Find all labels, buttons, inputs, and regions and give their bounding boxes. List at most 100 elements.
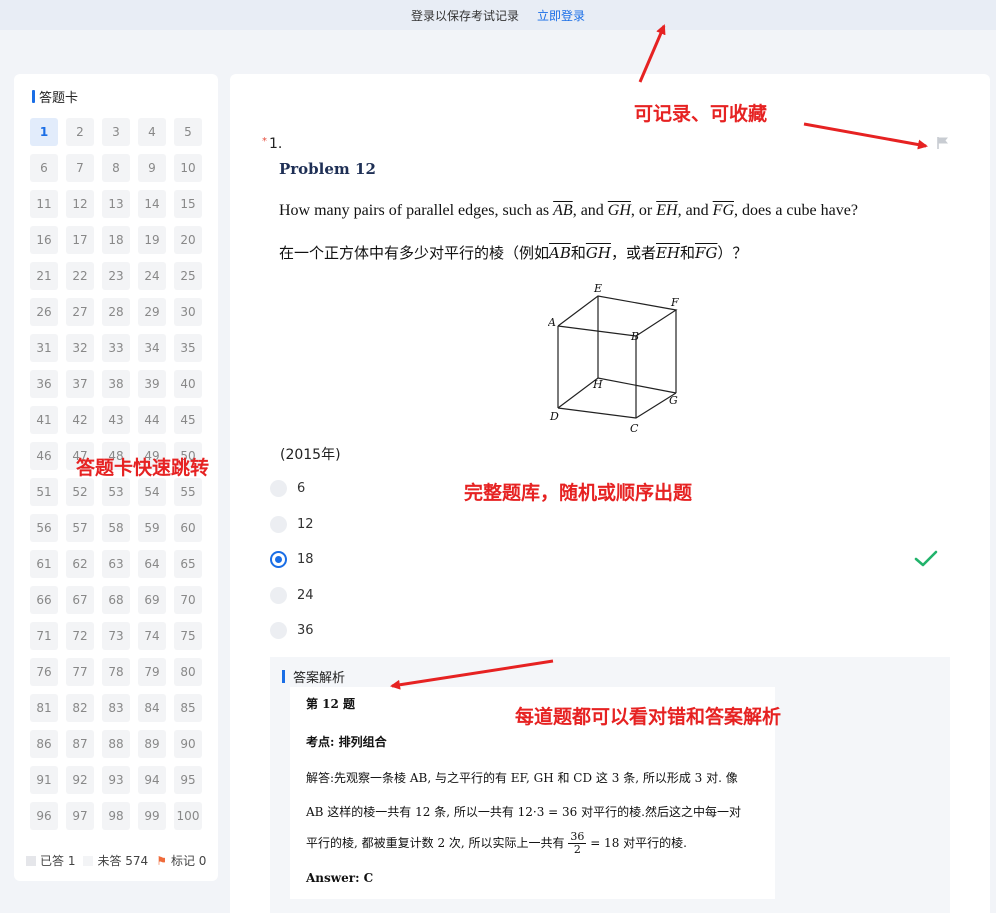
radio-unchecked-icon[interactable] — [270, 480, 287, 497]
answer-card-cell-12[interactable]: 12 — [66, 190, 94, 218]
answer-card-cell-87[interactable]: 87 — [66, 730, 94, 758]
answer-card-cell-74[interactable]: 74 — [138, 622, 166, 650]
answer-card-cell-95[interactable]: 95 — [174, 766, 202, 794]
answer-card-cell-72[interactable]: 72 — [66, 622, 94, 650]
answer-card-cell-73[interactable]: 73 — [102, 622, 130, 650]
answer-card-cell-19[interactable]: 19 — [138, 226, 166, 254]
answer-card-cell-99[interactable]: 99 — [138, 802, 166, 830]
answer-card-cell-20[interactable]: 20 — [174, 226, 202, 254]
answer-card-cell-38[interactable]: 38 — [102, 370, 130, 398]
answer-card-cell-37[interactable]: 37 — [66, 370, 94, 398]
answer-card-cell-44[interactable]: 44 — [138, 406, 166, 434]
answer-card-cell-68[interactable]: 68 — [102, 586, 130, 614]
option-12[interactable]: 12 — [270, 516, 314, 533]
answer-card-cell-29[interactable]: 29 — [138, 298, 166, 326]
answer-card-cell-34[interactable]: 34 — [138, 334, 166, 362]
answer-card-cell-51[interactable]: 51 — [30, 478, 58, 506]
answer-card-cell-10[interactable]: 10 — [174, 154, 202, 182]
answer-card-cell-65[interactable]: 65 — [174, 550, 202, 578]
answer-card-cell-43[interactable]: 43 — [102, 406, 130, 434]
answer-card-cell-1[interactable]: 1 — [30, 118, 58, 146]
answer-card-cell-66[interactable]: 66 — [30, 586, 58, 614]
answer-card-cell-36[interactable]: 36 — [30, 370, 58, 398]
answer-card-cell-45[interactable]: 45 — [174, 406, 202, 434]
answer-card-cell-58[interactable]: 58 — [102, 514, 130, 542]
answer-card-cell-26[interactable]: 26 — [30, 298, 58, 326]
radio-unchecked-icon[interactable] — [270, 622, 287, 639]
answer-card-cell-75[interactable]: 75 — [174, 622, 202, 650]
option-36[interactable]: 36 — [270, 622, 314, 639]
answer-card-cell-84[interactable]: 84 — [138, 694, 166, 722]
answer-card-cell-93[interactable]: 93 — [102, 766, 130, 794]
answer-card-cell-52[interactable]: 52 — [66, 478, 94, 506]
answer-card-cell-3[interactable]: 3 — [102, 118, 130, 146]
answer-card-cell-76[interactable]: 76 — [30, 658, 58, 686]
option-6[interactable]: 6 — [270, 480, 305, 497]
answer-card-cell-79[interactable]: 79 — [138, 658, 166, 686]
answer-card-cell-82[interactable]: 82 — [66, 694, 94, 722]
answer-card-cell-42[interactable]: 42 — [66, 406, 94, 434]
answer-card-cell-40[interactable]: 40 — [174, 370, 202, 398]
answer-card-cell-28[interactable]: 28 — [102, 298, 130, 326]
login-link[interactable]: 立即登录 — [537, 7, 585, 24]
answer-card-cell-22[interactable]: 22 — [66, 262, 94, 290]
answer-card-cell-69[interactable]: 69 — [138, 586, 166, 614]
answer-card-cell-39[interactable]: 39 — [138, 370, 166, 398]
radio-checked-icon[interactable] — [270, 551, 287, 568]
answer-card-cell-91[interactable]: 91 — [30, 766, 58, 794]
answer-card-cell-53[interactable]: 53 — [102, 478, 130, 506]
answer-card-cell-33[interactable]: 33 — [102, 334, 130, 362]
answer-card-cell-5[interactable]: 5 — [174, 118, 202, 146]
answer-card-cell-83[interactable]: 83 — [102, 694, 130, 722]
answer-card-cell-97[interactable]: 97 — [66, 802, 94, 830]
answer-card-cell-24[interactable]: 24 — [138, 262, 166, 290]
answer-card-cell-92[interactable]: 92 — [66, 766, 94, 794]
answer-card-cell-86[interactable]: 86 — [30, 730, 58, 758]
answer-card-cell-8[interactable]: 8 — [102, 154, 130, 182]
answer-card-cell-18[interactable]: 18 — [102, 226, 130, 254]
answer-card-cell-35[interactable]: 35 — [174, 334, 202, 362]
answer-card-cell-25[interactable]: 25 — [174, 262, 202, 290]
answer-card-cell-11[interactable]: 11 — [30, 190, 58, 218]
answer-card-cell-31[interactable]: 31 — [30, 334, 58, 362]
answer-card-cell-78[interactable]: 78 — [102, 658, 130, 686]
answer-card-cell-13[interactable]: 13 — [102, 190, 130, 218]
answer-card-cell-85[interactable]: 85 — [174, 694, 202, 722]
answer-card-cell-14[interactable]: 14 — [138, 190, 166, 218]
answer-card-cell-98[interactable]: 98 — [102, 802, 130, 830]
answer-card-cell-6[interactable]: 6 — [30, 154, 58, 182]
answer-card-cell-80[interactable]: 80 — [174, 658, 202, 686]
radio-unchecked-icon[interactable] — [270, 516, 287, 533]
answer-card-cell-27[interactable]: 27 — [66, 298, 94, 326]
option-18[interactable]: 18 — [270, 551, 314, 568]
answer-card-cell-88[interactable]: 88 — [102, 730, 130, 758]
answer-card-cell-21[interactable]: 21 — [30, 262, 58, 290]
answer-card-cell-64[interactable]: 64 — [138, 550, 166, 578]
bookmark-flag-icon[interactable] — [936, 136, 950, 150]
answer-card-cell-59[interactable]: 59 — [138, 514, 166, 542]
answer-card-cell-60[interactable]: 60 — [174, 514, 202, 542]
answer-card-cell-55[interactable]: 55 — [174, 478, 202, 506]
answer-card-cell-23[interactable]: 23 — [102, 262, 130, 290]
answer-card-cell-71[interactable]: 71 — [30, 622, 58, 650]
answer-card-cell-54[interactable]: 54 — [138, 478, 166, 506]
answer-card-cell-41[interactable]: 41 — [30, 406, 58, 434]
answer-card-cell-89[interactable]: 89 — [138, 730, 166, 758]
answer-card-cell-32[interactable]: 32 — [66, 334, 94, 362]
answer-card-cell-70[interactable]: 70 — [174, 586, 202, 614]
answer-card-cell-57[interactable]: 57 — [66, 514, 94, 542]
answer-card-cell-46[interactable]: 46 — [30, 442, 58, 470]
answer-card-cell-63[interactable]: 63 — [102, 550, 130, 578]
answer-card-cell-67[interactable]: 67 — [66, 586, 94, 614]
answer-card-cell-30[interactable]: 30 — [174, 298, 202, 326]
answer-card-cell-15[interactable]: 15 — [174, 190, 202, 218]
answer-card-cell-16[interactable]: 16 — [30, 226, 58, 254]
answer-card-cell-94[interactable]: 94 — [138, 766, 166, 794]
answer-card-cell-81[interactable]: 81 — [30, 694, 58, 722]
answer-card-cell-2[interactable]: 2 — [66, 118, 94, 146]
answer-card-cell-7[interactable]: 7 — [66, 154, 94, 182]
answer-card-cell-96[interactable]: 96 — [30, 802, 58, 830]
answer-card-cell-4[interactable]: 4 — [138, 118, 166, 146]
answer-card-cell-56[interactable]: 56 — [30, 514, 58, 542]
answer-card-cell-17[interactable]: 17 — [66, 226, 94, 254]
